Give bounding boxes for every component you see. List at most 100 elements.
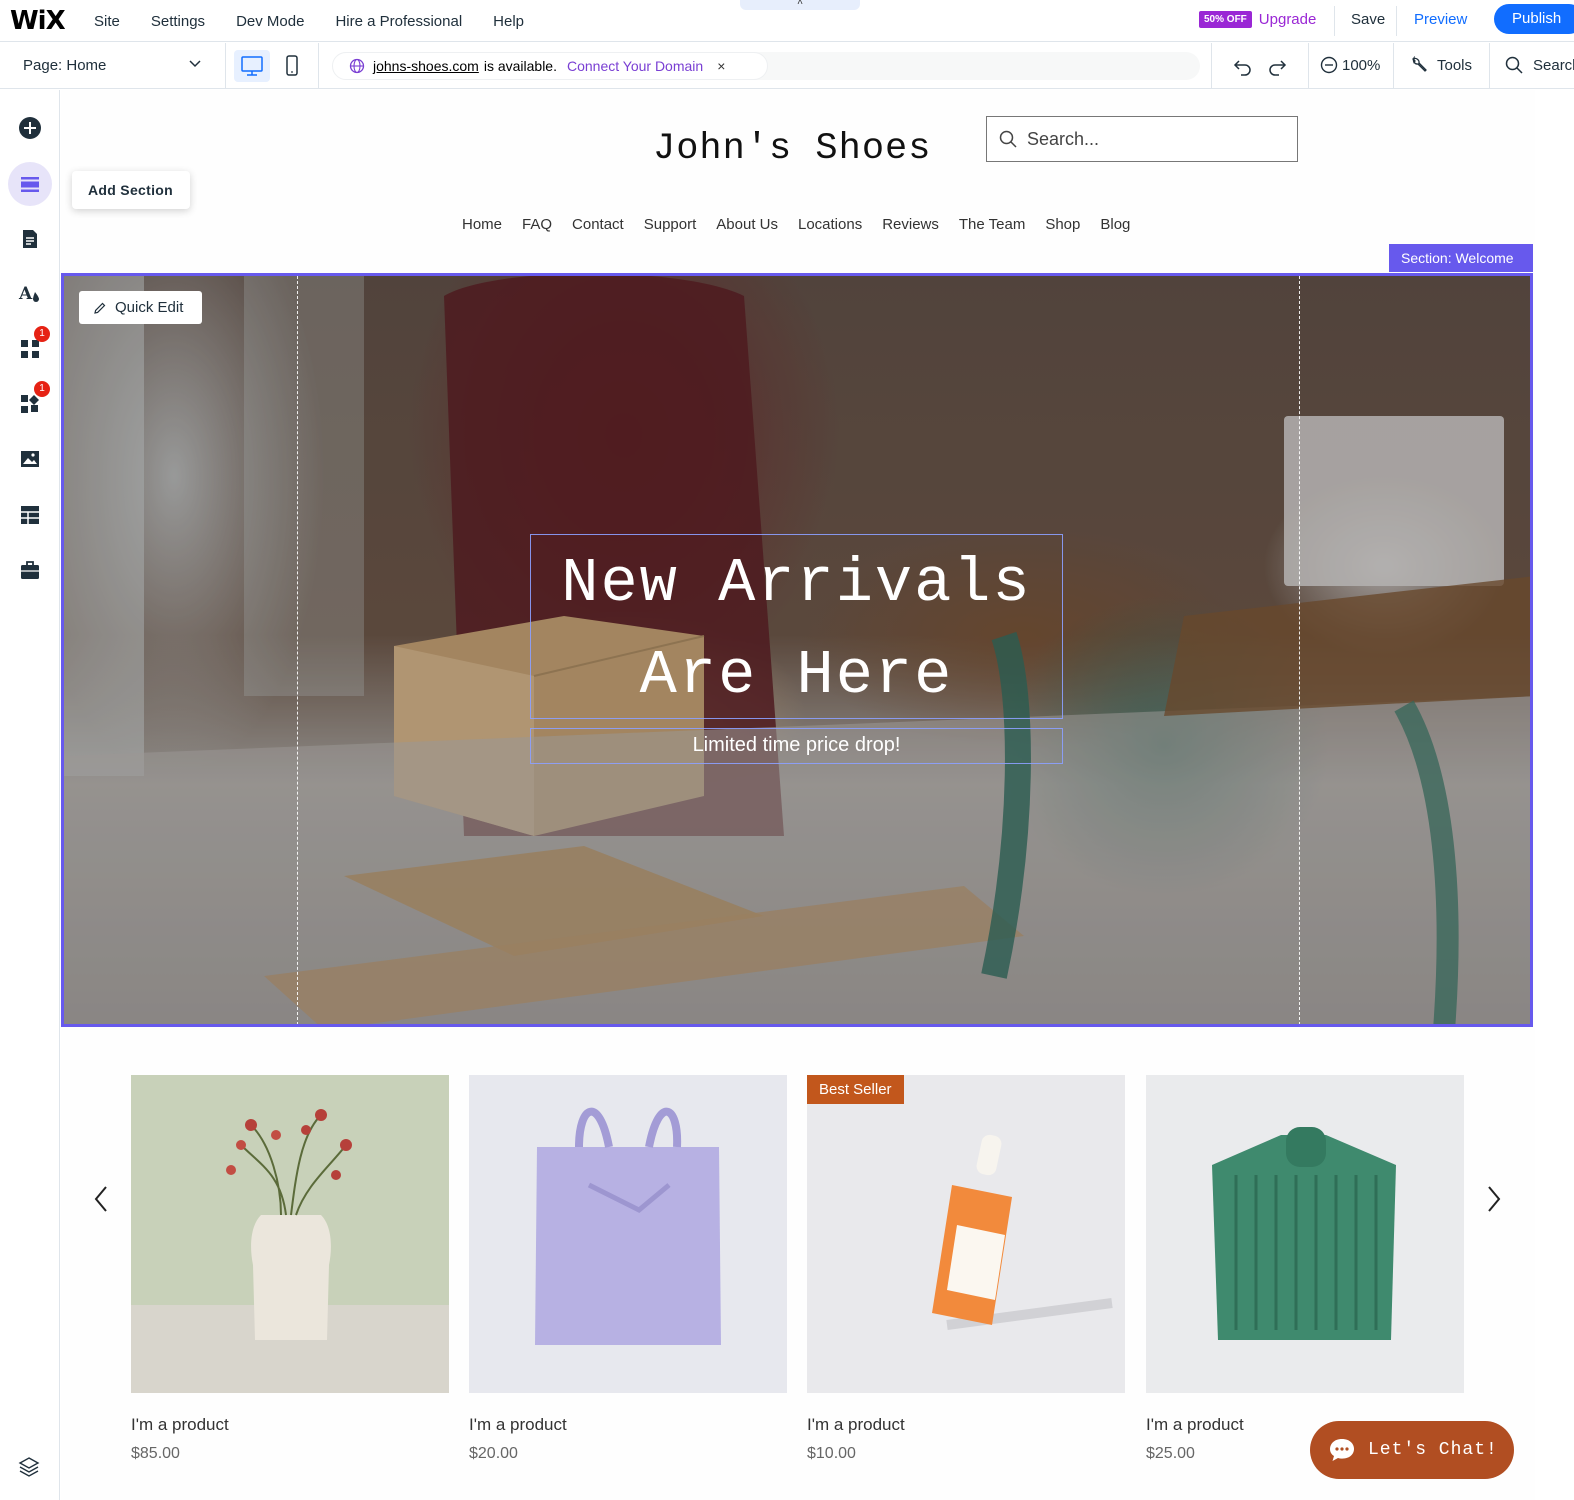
search-label: Search — [1533, 56, 1574, 74]
product-image[interactable] — [131, 1075, 449, 1393]
divider — [1334, 6, 1335, 36]
redo-icon[interactable] — [1266, 55, 1288, 82]
product-name[interactable]: I'm a product — [469, 1415, 787, 1435]
domain-bar: johns-shoes.com is available. Connect Yo… — [332, 52, 1200, 80]
connect-domain-link[interactable]: Connect Your Domain — [567, 58, 703, 74]
chat-button[interactable]: Let's Chat! — [1310, 1421, 1514, 1479]
menu-dev-mode[interactable]: Dev Mode — [236, 13, 304, 30]
nav-blog[interactable]: Blog — [1100, 216, 1130, 233]
menu-help[interactable]: Help — [493, 13, 524, 30]
product-card[interactable]: I'm a product $20.00 — [469, 1075, 787, 1463]
mobile-view-button[interactable] — [280, 50, 304, 82]
menu-settings[interactable]: Settings — [151, 13, 205, 30]
product-image[interactable] — [469, 1075, 787, 1393]
hero-headline[interactable]: New Arrivals Are Here — [530, 538, 1063, 722]
design-button[interactable]: A — [8, 272, 52, 316]
mobile-icon — [286, 55, 298, 76]
pencil-icon — [94, 302, 106, 314]
tools-label: Tools — [1437, 56, 1473, 74]
upgrade-button[interactable]: 50% OFF Upgrade — [1199, 11, 1316, 28]
wix-logo[interactable]: WiX — [10, 6, 66, 36]
quick-edit-label: Quick Edit — [115, 299, 184, 316]
chevron-right-icon[interactable] — [1486, 1185, 1502, 1220]
canvas-gutter — [1535, 90, 1574, 1500]
product-card[interactable]: I'm a product $25.00 — [1146, 1075, 1464, 1463]
product-card[interactable]: Best Seller I'm a product $10.00 — [807, 1075, 1125, 1463]
site-search-placeholder: Search... — [1027, 128, 1100, 149]
nav-the-team[interactable]: The Team — [959, 216, 1025, 233]
search-icon — [1505, 56, 1523, 74]
product-name[interactable]: I'm a product — [131, 1415, 449, 1435]
app-market-button[interactable]: 1 — [8, 326, 52, 371]
svg-text:A: A — [18, 284, 33, 304]
close-icon[interactable]: × — [717, 58, 725, 74]
product-image[interactable] — [1146, 1075, 1464, 1393]
divider — [1211, 43, 1212, 89]
layers-icon[interactable] — [17, 1455, 41, 1484]
site-search-box[interactable]: Search... — [986, 116, 1298, 162]
chevron-down-icon[interactable] — [188, 56, 202, 73]
add-section-button[interactable] — [8, 162, 52, 206]
apps-grid-icon — [21, 340, 39, 358]
page-selector[interactable]: Page: Home — [23, 57, 106, 74]
nav-contact[interactable]: Contact — [572, 216, 624, 233]
upgrade-label: Upgrade — [1258, 11, 1317, 28]
save-button[interactable]: Save — [1351, 11, 1385, 28]
section-label-tag[interactable]: Section: Welcome — [1389, 244, 1533, 272]
search-icon — [999, 130, 1017, 148]
divider — [1308, 43, 1309, 89]
welcome-section[interactable]: Quick Edit New Arrivals Are Here Limited… — [61, 273, 1533, 1027]
nav-support[interactable]: Support — [644, 216, 697, 233]
discount-badge: 50% OFF — [1199, 11, 1252, 28]
site-canvas[interactable]: John's Shoes Search... Home FAQ Contact … — [61, 90, 1535, 1500]
desktop-icon — [241, 56, 263, 76]
menu-hire-professional[interactable]: Hire a Professional — [335, 13, 462, 30]
add-section-tooltip: Add Section — [72, 171, 190, 209]
nav-locations[interactable]: Locations — [798, 216, 862, 233]
product-image[interactable]: Best Seller — [807, 1075, 1125, 1393]
pages-button[interactable] — [8, 217, 52, 261]
editor-search-button[interactable]: Search — [1505, 56, 1574, 74]
chevron-left-icon[interactable] — [93, 1185, 109, 1220]
domain-available-text: is available. — [483, 58, 557, 74]
nav-faq[interactable]: FAQ — [522, 216, 552, 233]
theme-icon: A — [18, 284, 39, 304]
site-title[interactable]: John's Shoes — [653, 128, 931, 170]
desktop-view-button[interactable] — [234, 50, 270, 82]
menu-site[interactable]: Site — [94, 13, 120, 30]
collapse-toolbar-tab[interactable]: ˄ — [740, 0, 860, 10]
product-name[interactable]: I'm a product — [807, 1415, 1125, 1435]
business-tools-button[interactable]: 1 — [8, 381, 52, 426]
cms-button[interactable] — [8, 493, 52, 537]
grid-guide-right — [1299, 276, 1300, 1024]
nav-home[interactable]: Home — [462, 216, 502, 233]
nav-shop[interactable]: Shop — [1045, 216, 1080, 233]
hero-subtitle[interactable]: Limited time price drop! — [530, 734, 1063, 757]
tools-button[interactable]: Tools — [1410, 56, 1472, 74]
quick-edit-button[interactable]: Quick Edit — [79, 291, 202, 324]
zoom-button[interactable]: 100% — [1320, 56, 1380, 74]
site-navigation: Home FAQ Contact Support About Us Locati… — [462, 216, 1150, 233]
nav-about-us[interactable]: About Us — [716, 216, 778, 233]
preview-button[interactable]: Preview — [1414, 11, 1467, 28]
product-card[interactable]: I'm a product $85.00 — [131, 1075, 449, 1463]
add-elements-button[interactable] — [8, 106, 52, 150]
notification-badge: 1 — [34, 326, 50, 342]
plus-circle-icon — [19, 117, 41, 139]
nav-reviews[interactable]: Reviews — [882, 216, 939, 233]
briefcase-icon — [21, 561, 39, 579]
headline-line-1: New Arrivals — [561, 548, 1032, 619]
undo-icon[interactable] — [1232, 55, 1254, 82]
divider — [1393, 43, 1394, 89]
divider — [1396, 6, 1397, 36]
media-button[interactable] — [8, 437, 52, 481]
portfolio-button[interactable] — [8, 548, 52, 592]
wix-editor: WiX Site Settings Dev Mode Hire a Profes… — [0, 0, 1574, 1500]
headline-line-2: Are Here — [639, 640, 954, 711]
publish-button[interactable]: Publish — [1494, 4, 1574, 34]
image-icon — [21, 451, 39, 467]
domain-name-link[interactable]: johns-shoes.com — [373, 58, 479, 74]
top-menu: Site Settings Dev Mode Hire a Profession… — [94, 0, 555, 42]
divider — [225, 43, 226, 89]
grid-guide-left — [297, 276, 298, 1024]
